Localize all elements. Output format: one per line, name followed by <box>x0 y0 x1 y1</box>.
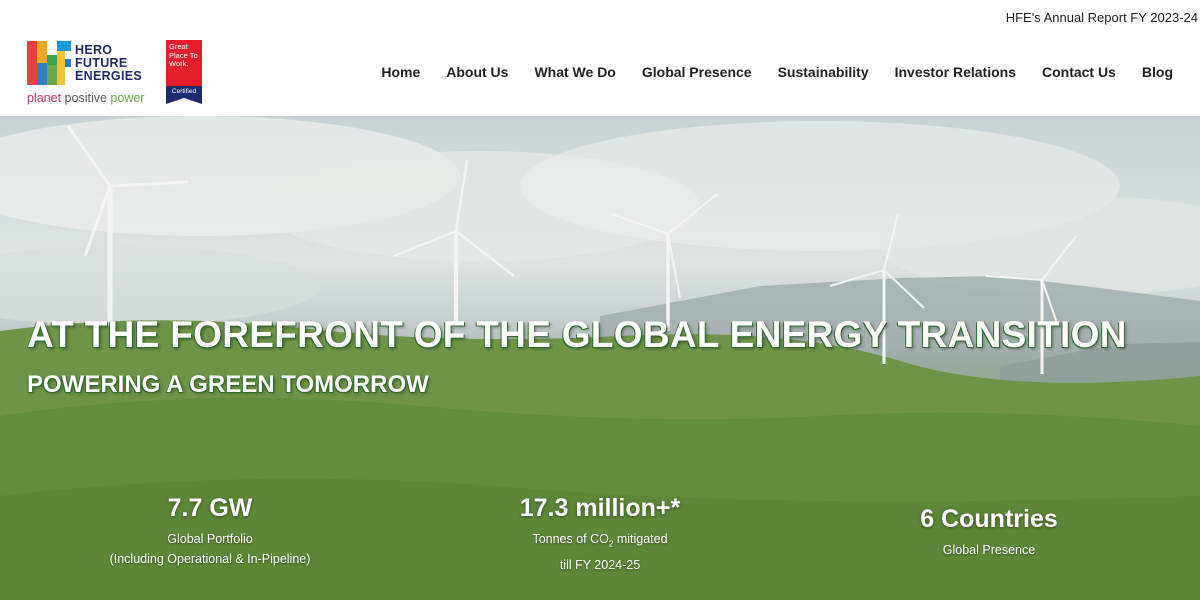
site-header: HERO FUTURE ENERGIES ® planet positive p… <box>0 36 1200 116</box>
stat-label-line-1: Global Presence <box>942 543 1036 557</box>
nav-item-blog[interactable]: Blog <box>1142 64 1173 80</box>
stat-value: 17.3 million+* <box>519 494 681 522</box>
nav-item-global-presence[interactable]: Global Presence <box>642 64 752 80</box>
nav-item-about-us[interactable]: About Us <box>446 64 508 80</box>
badge-ribbon-icon <box>166 98 202 104</box>
stat-countries: 6 Countries Global Presence <box>839 505 1139 560</box>
logo-wordmark: HERO FUTURE ENERGIES ® <box>75 44 190 83</box>
stat-label-line-1: Global Portfolio <box>167 532 253 546</box>
nav-item-what-we-do[interactable]: What We Do <box>534 64 615 80</box>
nav-item-home[interactable]: Home <box>381 64 420 80</box>
great-place-to-work-badge: Great Place To Work. Certified <box>166 40 202 104</box>
tagline-word-1: planet <box>27 91 62 105</box>
badge-text: Great Place To Work. <box>166 40 202 86</box>
tagline-word-3: power <box>110 91 145 105</box>
nav-item-sustainability[interactable]: Sustainability <box>778 64 869 80</box>
hero-subheadline: POWERING A GREEN TOMORROW <box>27 371 429 398</box>
stat-label-line-2: (Including Operational & In-Pipeline) <box>109 552 311 566</box>
stat-label: Tonnes of CO2 mitigated till FY 2024-25 <box>450 529 750 575</box>
hero-banner: AT THE FOREFRONT OF THE GLOBAL ENERGY TR… <box>0 116 1200 600</box>
stat-label-text-end: mitigated <box>613 532 668 546</box>
stat-label: Global Portfolio (Including Operational … <box>60 529 360 569</box>
stat-co2-mitigated: 17.3 million+* Tonnes of CO2 mitigated t… <box>450 494 750 575</box>
hfe-logo-mark-icon <box>27 41 71 85</box>
annual-report-link[interactable]: HFE's Annual Report FY 2023-24 <box>1006 10 1198 25</box>
stat-label: Global Presence <box>839 540 1139 560</box>
stat-global-portfolio: 7.7 GW Global Portfolio (Including Opera… <box>60 494 360 569</box>
logo-tagline: planet positive power <box>27 91 144 105</box>
tagline-word-2: positive <box>64 91 107 105</box>
stat-value: 6 Countries <box>920 505 1058 533</box>
hero-future-energies-logo[interactable]: HERO FUTURE ENERGIES ® planet positive p… <box>27 41 190 107</box>
badge-certified: Certified <box>166 86 202 98</box>
stat-value: 7.7 GW <box>167 494 253 522</box>
hero-headline: AT THE FOREFRONT OF THE GLOBAL ENERGY TR… <box>27 314 1127 355</box>
stat-label-line-1: Tonnes of CO2 mitigated <box>450 529 750 555</box>
stat-label-text: Tonnes of CO <box>532 532 609 546</box>
main-nav: Home About Us What We Do Global Presence… <box>355 64 1173 80</box>
nav-item-contact-us[interactable]: Contact Us <box>1042 64 1116 80</box>
top-bar: HFE's Annual Report FY 2023-24 <box>0 0 1200 36</box>
nav-item-investor-relations[interactable]: Investor Relations <box>895 64 1016 80</box>
logo-line-3: ENERGIES <box>75 69 142 83</box>
stat-label-line-2: till FY 2024-25 <box>559 557 641 572</box>
